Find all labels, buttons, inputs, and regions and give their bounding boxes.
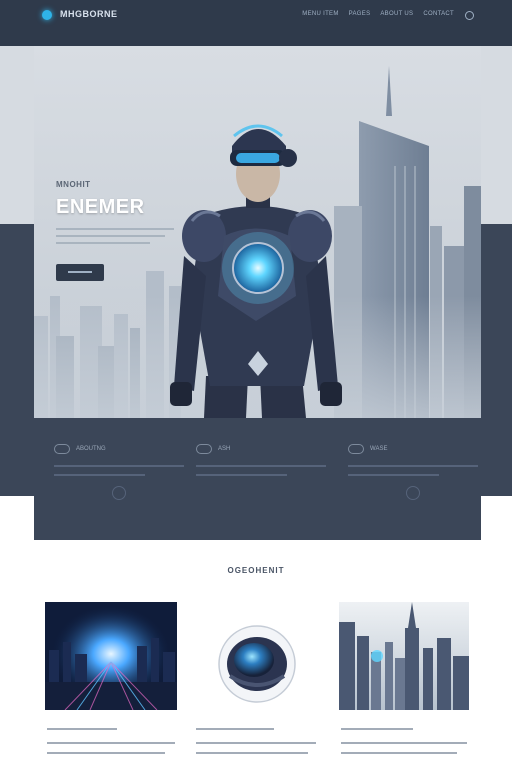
brand-logo-icon[interactable] bbox=[42, 10, 52, 20]
card-image-city-night bbox=[45, 602, 177, 710]
feature-badge-icon-3 bbox=[406, 486, 420, 500]
hero-description-placeholder bbox=[56, 228, 174, 249]
nav-item-contact[interactable]: CONTACT bbox=[423, 11, 454, 17]
feature-label-1: ABOUTNG bbox=[76, 445, 106, 452]
frame-bottom-extension bbox=[34, 496, 481, 540]
card-2[interactable] bbox=[192, 602, 322, 762]
hero-title: ENEMER bbox=[56, 196, 145, 218]
hero-cta-button[interactable] bbox=[56, 264, 104, 281]
nav-item-pages[interactable]: PAGES bbox=[349, 11, 371, 17]
top-navigation-bar: MHGBORNE MENU ITEM PAGES ABOUT US CONTAC… bbox=[0, 0, 512, 46]
card-1[interactable] bbox=[45, 602, 177, 762]
feature-badge-icon-1 bbox=[112, 486, 126, 500]
card-3[interactable] bbox=[339, 602, 469, 762]
feature-column-2[interactable]: ASH bbox=[196, 440, 326, 476]
frame-left-panel bbox=[0, 46, 34, 224]
frame-right-panel bbox=[481, 46, 512, 224]
feature-icon-1 bbox=[54, 443, 70, 454]
card-image-helmet bbox=[218, 625, 296, 703]
feature-column-3[interactable]: WASE bbox=[348, 440, 478, 500]
main-nav: MENU ITEM PAGES ABOUT US CONTACT bbox=[302, 11, 454, 17]
card-image-skyline bbox=[339, 602, 469, 710]
hero-eyebrow: MNOHIT bbox=[56, 180, 91, 189]
brand-name[interactable]: MHGBORNE bbox=[60, 9, 118, 19]
section-title: OGEOHENIT bbox=[227, 566, 285, 575]
feature-column-1[interactable]: ABOUTNG bbox=[54, 440, 184, 500]
feature-icon-3 bbox=[348, 443, 364, 454]
nav-item-about[interactable]: ABOUT US bbox=[380, 11, 413, 17]
feature-label-3: WASE bbox=[370, 445, 388, 452]
hero-banner: MNOHIT ENEMER bbox=[34, 46, 481, 418]
feature-label-2: ASH bbox=[218, 445, 231, 452]
feature-icon-2 bbox=[196, 443, 212, 454]
search-icon[interactable] bbox=[465, 11, 474, 20]
nav-item-menu[interactable]: MENU ITEM bbox=[302, 11, 338, 17]
